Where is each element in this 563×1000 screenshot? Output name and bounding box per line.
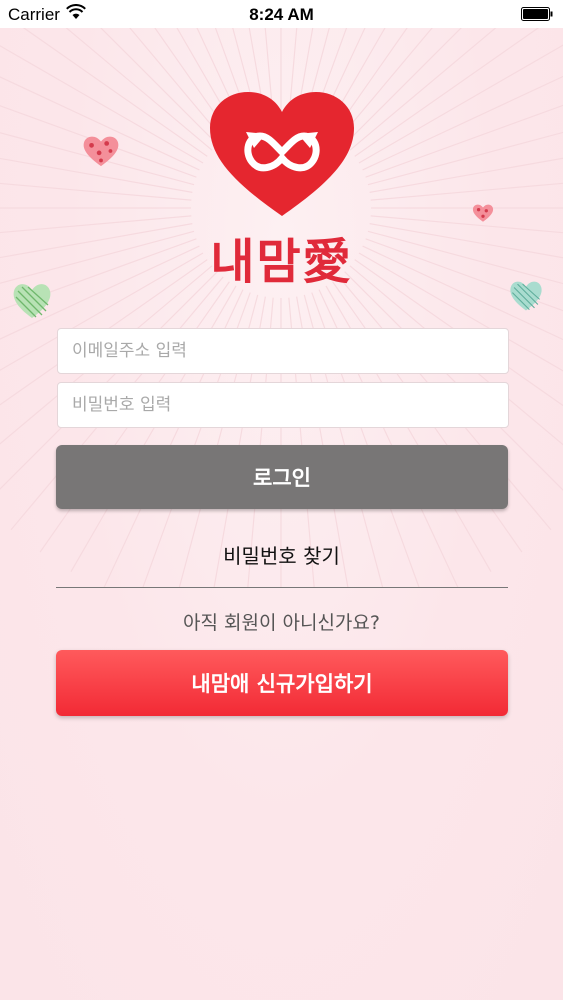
password-field[interactable] xyxy=(57,382,509,428)
email-field[interactable] xyxy=(57,328,509,374)
find-password-link[interactable]: 비밀번호 찾기 xyxy=(0,540,563,569)
not-member-text: 아직 회원이 아니신가요? xyxy=(183,612,380,634)
signup-button[interactable]: 내맘애 신규가입하기 xyxy=(56,650,508,716)
pink-heart-icon xyxy=(83,136,119,167)
divider xyxy=(56,587,508,588)
login-button[interactable]: 로그인 xyxy=(56,445,508,509)
brand-title: 내맘愛 xyxy=(0,222,563,292)
login-screen: Carrier 8:24 AM 내맘愛 이메일주소 입력 로그인 비밀번호 찾기… xyxy=(0,0,563,1000)
status-bar: Carrier 8:24 AM xyxy=(0,0,563,28)
clock-label: 8:24 AM xyxy=(249,5,314,24)
heart-infinity-logo xyxy=(210,92,354,216)
brand-name: 내맘愛 xyxy=(210,234,353,290)
battery-icon xyxy=(521,7,553,21)
small-pink-heart-icon xyxy=(472,204,494,222)
